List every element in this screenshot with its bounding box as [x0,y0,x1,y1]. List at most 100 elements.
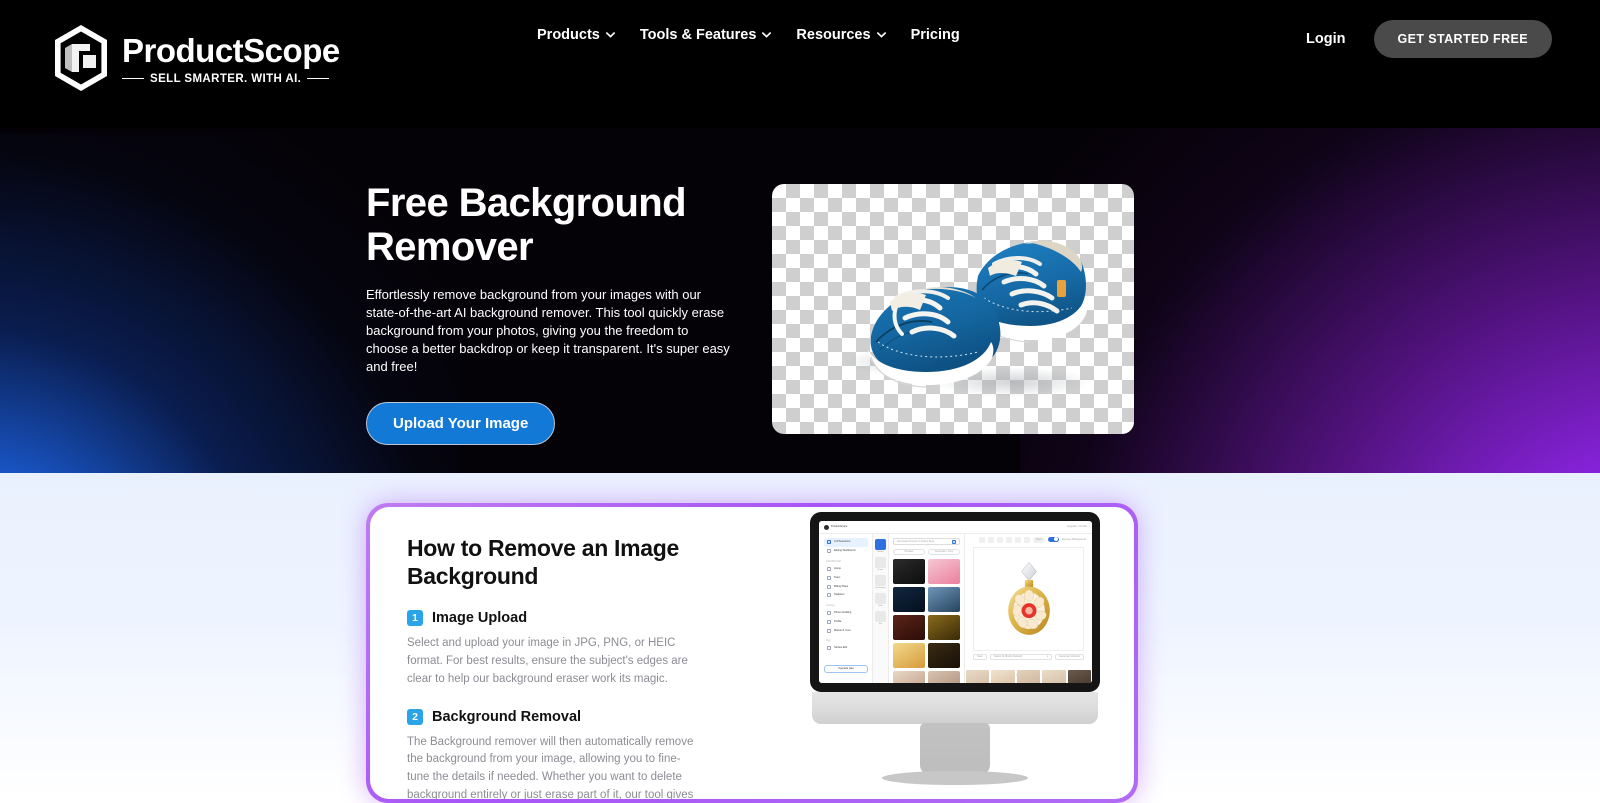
mock-sidebar-label: AI Photoshoot [834,540,851,544]
mock-rail-label: Set [878,623,883,625]
nav-item-pricing[interactable]: Pricing [911,27,960,43]
user-icon [827,619,831,624]
mock-tab-generate[interactable]: Generate / Prop [928,549,960,555]
monitor-screen: ProductScope Upgrade / Credits AI Photos… [819,521,1092,683]
mock-thumb[interactable] [893,559,925,584]
brush-icon[interactable] [978,536,985,543]
mock-sidebar-item-stories-edit[interactable]: Stories Edit [824,644,868,653]
step-1-number-badge: 1 [407,610,423,627]
mock-tab-label: Generate / Prop [934,550,954,554]
how-to-title-line-1: How to Remove an Image [407,535,680,561]
monitor-mockup: ProductScope Upgrade / Credits AI Photos… [810,512,1110,799]
mock-app-sidebar: AI Photoshoot Editing Workbench DASHBOAR… [819,534,873,683]
mock-film-thumb[interactable] [1042,670,1066,683]
how-to-title: How to Remove an Image Background [407,535,707,590]
mock-thumb[interactable] [893,587,925,612]
step-2-header: 2 Background Removal [407,708,707,725]
mock-rail-edit-icon[interactable] [875,593,886,604]
mock-thumb[interactable] [928,643,960,668]
mock-panel-tabs: Presets Generate / Prop [893,549,960,555]
mock-canvas-stage [973,547,1084,651]
mock-save-button[interactable]: Save [1032,536,1045,543]
mock-prompt-input[interactable]: Generate Prompt or Select Style [893,538,960,545]
hero-section: Free Background Remover Effortlessly rem… [0,128,1600,473]
mock-canvas-footer: Save Select AI Model (default) ▾ Generat… [973,653,1084,660]
mock-app-brand: ProductScope [831,525,848,529]
mock-sidebar-item-home[interactable]: Home [824,565,868,574]
mock-upgrade-label: Upgrade plan [838,667,854,671]
redo-icon[interactable] [1023,536,1030,543]
mock-remove-background-toggle[interactable] [1047,536,1059,543]
mock-thumb[interactable] [893,615,925,640]
mock-tool-rail: Media Posts Backdrops Edit Set [873,534,889,683]
nav-label: Tools & Features [639,27,757,43]
mock-sidebar-item-editing-workbench[interactable]: Editing Workbench [824,547,868,556]
toggle-knob-icon [1054,537,1059,542]
hero-product-image [772,184,1134,434]
nav-label: Pricing [910,27,960,43]
mock-sidebar-label: Team [834,575,841,579]
login-link[interactable]: Login [1306,31,1345,47]
step-2-title: Background Removal [432,708,582,725]
camera-icon [827,540,831,545]
mock-rail-posts-icon[interactable] [875,557,886,568]
mock-upgrade-plan-button[interactable]: Upgrade plan [824,665,868,673]
mock-film-thumb[interactable] [1067,670,1092,683]
mock-film-thumb[interactable] [966,670,990,683]
chevron-down-icon: ▾ [1046,654,1049,658]
mock-sidebar-label: Photo Gridding [834,611,852,615]
magic-wand-icon[interactable] [1005,536,1012,543]
mock-thumb[interactable] [893,671,925,683]
mock-rail-set-icon[interactable] [875,611,886,622]
chart-icon [827,593,831,598]
nav-label: Products [537,27,600,43]
mock-sidebar-item-ai-photoshoot[interactable]: AI Photoshoot [824,538,868,547]
hero-copy: Free Background Remover Effortlessly rem… [366,181,746,445]
mock-footer-save-button[interactable]: Save [973,653,987,660]
step-2-body: The Background remover will then automat… [407,735,694,799]
crop-icon[interactable] [996,536,1003,543]
mock-sidebar-item-profile[interactable]: Profile [824,617,868,626]
eraser-icon[interactable] [987,536,994,543]
mock-thumb[interactable] [893,643,925,668]
nav-item-products[interactable]: Products [537,27,615,43]
mock-thumb[interactable] [928,559,960,584]
mock-film-thumb[interactable] [991,670,1015,683]
step-1-title: Image Upload [432,610,528,627]
mock-thumb[interactable] [928,615,960,640]
mock-canvas-toolbar: Save Remove Background [965,534,1092,545]
how-to-section: How to Remove an Image Background 1 Imag… [0,473,1600,803]
mock-model-value: Select AI Model (default) [993,654,1023,658]
mock-result-filmstrip [965,670,1092,683]
hero-title-line-2: Remover [366,225,534,269]
mock-rail-media-icon[interactable] [875,539,886,550]
logo-name: ProductScope [122,32,340,69]
mock-thumb[interactable] [928,671,960,683]
mock-thumb[interactable] [928,587,960,612]
mock-sidebar-item-photo-gridding[interactable]: Photo Gridding [824,609,868,618]
mock-generate-label: Generate Variants [1059,654,1080,658]
mock-presets-panel: Generate Prompt or Select Style Presets … [889,534,965,683]
logo-tagline-row: SELL SMARTER. WITH AI. [122,73,340,85]
logo[interactable]: ProductScope SELL SMARTER. WITH AI. [50,22,340,94]
mock-app-topbar: ProductScope Upgrade / Credits [819,521,1092,534]
chevron-down-icon [876,32,886,38]
get-started-free-button[interactable]: GET STARTED FREE [1373,20,1552,58]
nav-item-resources[interactable]: Resources [796,27,886,43]
mock-rail-label: Posts [877,569,884,571]
mock-sidebar-item-market-cost[interactable]: Market & Cost [824,626,868,635]
monitor-bezel: ProductScope Upgrade / Credits AI Photos… [810,512,1100,692]
nav-item-tools-features[interactable]: Tools & Features [640,27,772,43]
mock-tab-presets[interactable]: Presets [893,549,925,555]
mock-sidebar-item-statistics[interactable]: Statistics [824,591,868,600]
mock-model-select[interactable]: Select AI Model (default) ▾ [989,653,1053,660]
mock-film-thumb[interactable] [1016,670,1041,683]
mock-generate-variants-button[interactable]: Generate Variants [1055,653,1084,660]
mock-rail-backdrops-icon[interactable] [875,575,886,586]
undo-icon[interactable] [1014,536,1021,543]
mock-sidebar-label: Market & Cost [834,628,851,632]
mock-sidebar-item-team[interactable]: Team [824,573,868,582]
mock-footer-save-label: Save [977,654,983,658]
mock-sidebar-item-billing[interactable]: Billing Plans [824,582,868,591]
upload-your-image-button[interactable]: Upload Your Image [366,401,556,445]
